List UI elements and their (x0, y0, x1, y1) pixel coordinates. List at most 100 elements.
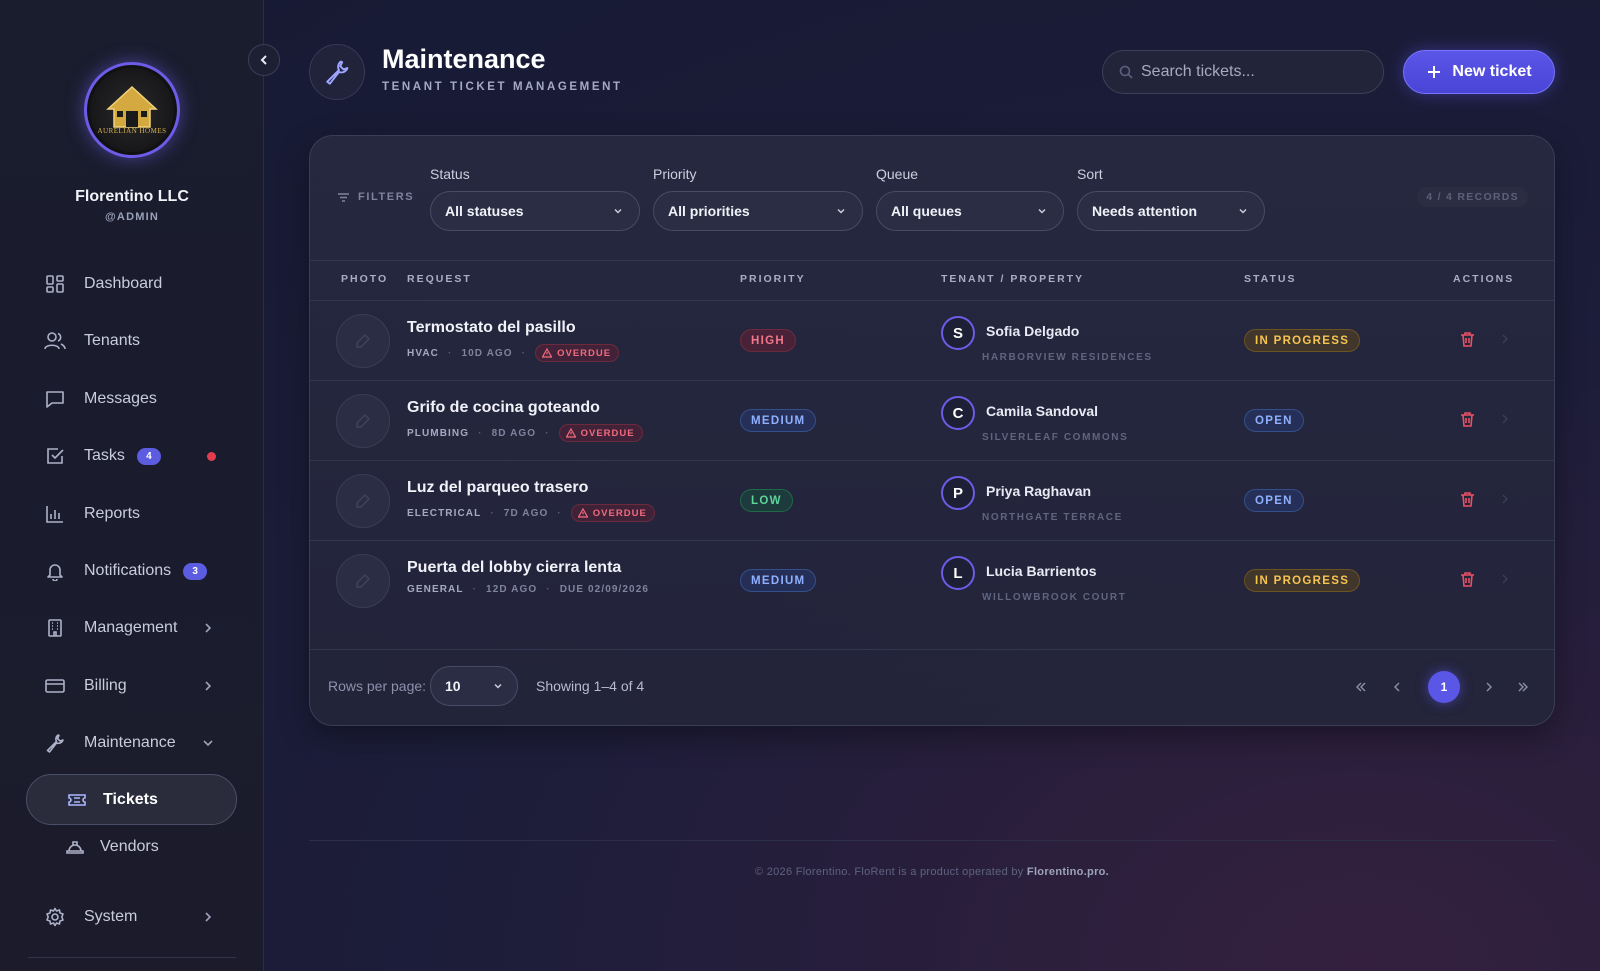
sidebar-item-tenants[interactable]: Tenants (44, 326, 234, 356)
sidebar: AURELIAN HOMES Florentino LLC @ADMIN Das… (0, 0, 264, 971)
table-row[interactable]: Termostato del pasillo HVAC · 10D AGO · … (310, 300, 1554, 380)
status-badge: IN PROGRESS (1244, 329, 1361, 352)
tenant-name[interactable]: Sofia Delgado (986, 323, 1079, 339)
table-row[interactable]: Grifo de cocina goteando PLUMBING · 8D A… (310, 380, 1554, 460)
new-ticket-button[interactable]: New ticket (1403, 50, 1555, 94)
chevron-right-icon[interactable] (1500, 573, 1510, 585)
sidebar-item-management[interactable]: Management (44, 613, 234, 643)
sidebar-subitem-tickets[interactable]: Tickets (26, 774, 237, 825)
bell-icon (44, 560, 66, 582)
tasks-count-badge: 4 (136, 447, 161, 465)
status-select[interactable]: All statuses (430, 191, 640, 231)
sidebar-item-label: Reports (84, 505, 141, 522)
page-icon (309, 44, 365, 100)
gear-icon (44, 906, 66, 928)
tenant-name[interactable]: Lucia Barrientos (986, 563, 1096, 579)
sidebar-subitem-label: Tickets (103, 790, 158, 808)
sidebar-subitem-vendors[interactable]: Vendors (66, 838, 159, 856)
ticket-title[interactable]: Luz del parqueo trasero (407, 479, 588, 497)
alert-dot (207, 452, 216, 461)
grid-icon (44, 273, 66, 295)
chevron-right-icon (1486, 682, 1492, 692)
chevron-left-icon (1394, 682, 1400, 692)
collapse-sidebar-button[interactable] (248, 44, 280, 76)
chevron-down-icon (493, 681, 503, 691)
tenant-property: SILVERLEAF COMMONS (982, 432, 1129, 443)
search-box[interactable] (1102, 50, 1384, 94)
page-title: Maintenance (382, 44, 546, 74)
table-row[interactable]: Luz del parqueo trasero ELECTRICAL · 7D … (310, 460, 1554, 540)
ticket-icon (67, 792, 87, 808)
column-actions: ACTIONS (1453, 273, 1515, 285)
page-button-current[interactable]: 1 (1428, 671, 1460, 703)
priority-badge: HIGH (740, 329, 796, 352)
status-filter-label: Status (430, 166, 470, 182)
delete-button[interactable] (1460, 331, 1475, 347)
sidebar-item-label: Maintenance (84, 734, 176, 751)
priority-select[interactable]: All priorities (653, 191, 863, 231)
double-chevron-left-icon (1356, 682, 1366, 692)
house-icon (106, 85, 158, 128)
wrench-icon (44, 732, 66, 754)
tenant-name[interactable]: Priya Raghavan (986, 483, 1091, 499)
column-priority: PRIORITY (740, 273, 806, 285)
tenant-avatar: L (941, 556, 975, 590)
chevron-right-icon[interactable] (1500, 493, 1510, 505)
queue-select[interactable]: All queues (876, 191, 1064, 231)
ticket-meta: GENERAL · 12D AGO · DUE 02/09/2026 (407, 584, 650, 595)
pagination-divider (310, 649, 1554, 650)
tenant-avatar: P (941, 476, 975, 510)
tickets-card: FILTERS Status All statuses Priority All… (309, 135, 1555, 726)
queue-filter: Queue All queues (876, 166, 1064, 231)
ticket-age: 10D AGO (461, 347, 513, 359)
tenant-name[interactable]: Camila Sandoval (986, 403, 1098, 419)
image-icon (356, 494, 370, 508)
trash-icon (1461, 412, 1474, 427)
chevron-right-icon[interactable] (1500, 413, 1510, 425)
column-status: STATUS (1244, 273, 1297, 285)
prev-page-button[interactable] (1382, 672, 1412, 702)
sidebar-item-messages[interactable]: Messages (44, 384, 234, 414)
sidebar-item-billing[interactable]: Billing (44, 671, 234, 701)
priority-badge: LOW (740, 489, 793, 512)
sidebar-item-dashboard[interactable]: Dashboard (44, 269, 234, 299)
delete-button[interactable] (1460, 491, 1475, 507)
ticket-photo[interactable] (336, 474, 390, 528)
sidebar-item-tasks[interactable]: Tasks 4 (44, 441, 234, 471)
ticket-photo[interactable] (336, 394, 390, 448)
wrench-icon (326, 60, 349, 85)
chevron-down-icon (613, 206, 623, 216)
column-tenant: TENANT / PROPERTY (941, 273, 1085, 285)
users-icon (44, 330, 66, 352)
first-page-button[interactable] (1346, 672, 1376, 702)
sort-select[interactable]: Needs attention (1077, 191, 1265, 231)
sidebar-item-system[interactable]: System (44, 902, 234, 932)
last-page-button[interactable] (1508, 672, 1538, 702)
chevron-right-icon[interactable] (1500, 333, 1510, 345)
filter-icon (337, 192, 350, 203)
sidebar-item-maintenance[interactable]: Maintenance (44, 728, 234, 758)
footer-brand-link[interactable]: Florentino.pro. (1027, 866, 1109, 878)
search-input[interactable] (1141, 63, 1361, 81)
chevron-right-icon (202, 621, 214, 639)
ticket-title[interactable]: Puerta del lobby cierra lenta (407, 559, 621, 577)
tenant-property: WILLOWBROOK COURT (982, 592, 1127, 603)
chevron-down-icon (1238, 206, 1248, 216)
chevron-right-icon (202, 679, 214, 697)
sidebar-item-reports[interactable]: Reports (44, 499, 234, 529)
trash-icon (1461, 572, 1474, 587)
ticket-photo[interactable] (336, 554, 390, 608)
delete-button[interactable] (1460, 571, 1475, 587)
priority-filter-label: Priority (653, 166, 697, 182)
message-icon (44, 388, 66, 410)
rows-per-page-select[interactable]: 10 (430, 666, 518, 706)
chevron-down-icon (1037, 206, 1047, 216)
next-page-button[interactable] (1474, 672, 1504, 702)
ticket-photo[interactable] (336, 314, 390, 368)
sidebar-item-notifications[interactable]: Notifications 3 (44, 556, 234, 586)
org-name: Florentino LLC (75, 188, 189, 205)
table-row[interactable]: Puerta del lobby cierra lenta GENERAL · … (310, 540, 1554, 620)
delete-button[interactable] (1460, 411, 1475, 427)
ticket-title[interactable]: Grifo de cocina goteando (407, 399, 600, 417)
ticket-title[interactable]: Termostato del pasillo (407, 319, 576, 337)
